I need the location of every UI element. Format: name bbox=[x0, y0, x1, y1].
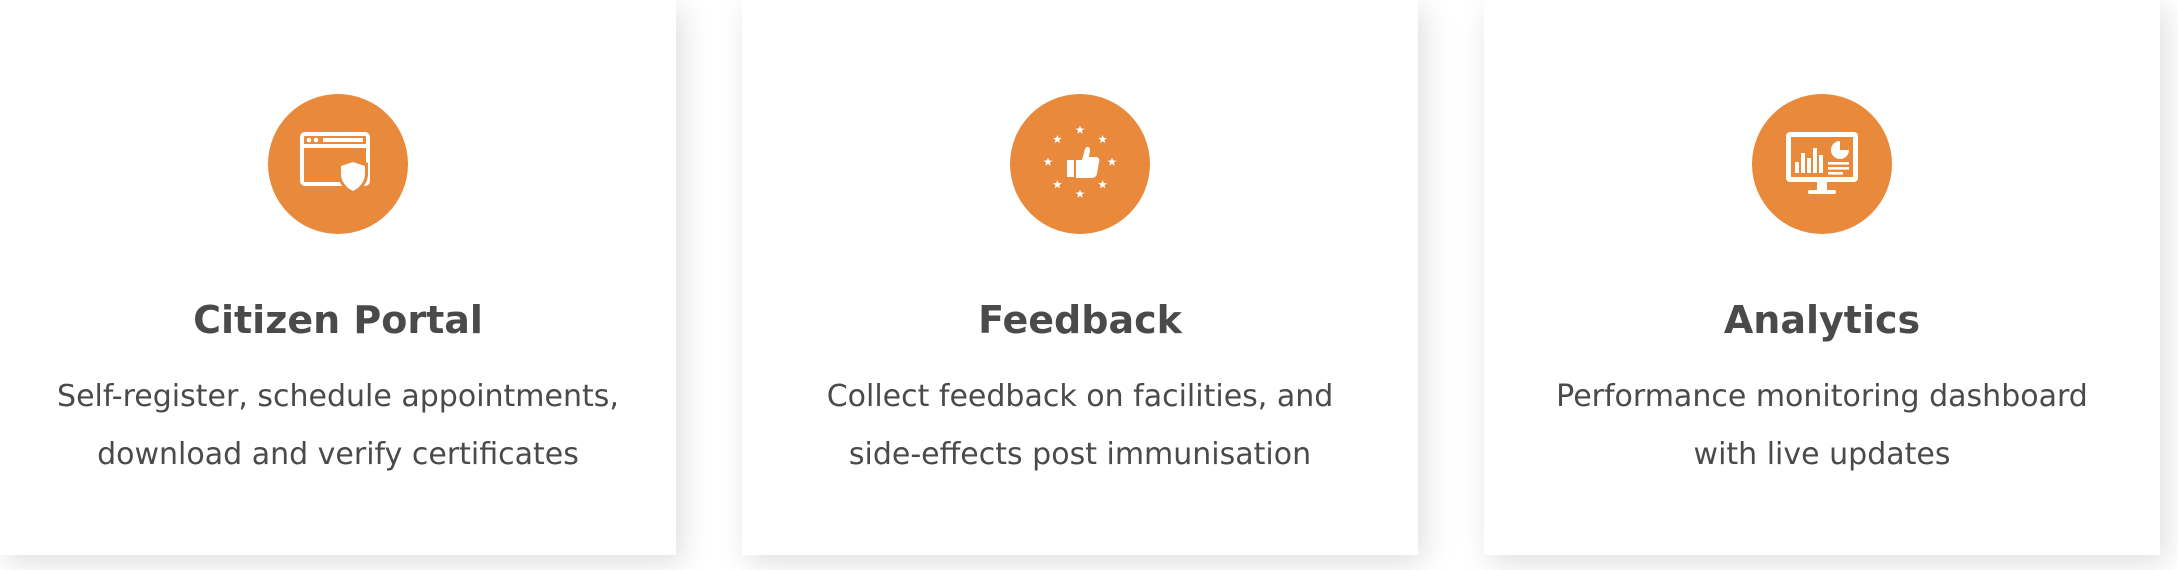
card-title: Citizen Portal bbox=[193, 298, 483, 342]
card-description-line: Collect feedback on facilities, and bbox=[826, 379, 1334, 414]
card-title: Feedback bbox=[978, 298, 1182, 342]
star-icon bbox=[1053, 134, 1062, 144]
browser-shield-icon bbox=[268, 94, 408, 234]
card-description-line: Performance monitoring dashboard bbox=[1556, 379, 2088, 414]
feature-card-feedback: Feedback Collect feedback on facilities,… bbox=[742, 0, 1418, 555]
star-icon bbox=[1053, 180, 1062, 189]
card-description: Collect feedback on facilities, and side… bbox=[762, 368, 1398, 484]
star-icon bbox=[1107, 157, 1117, 166]
star-icon bbox=[1075, 125, 1085, 134]
card-description: Performance monitoring dashboard with li… bbox=[1504, 368, 2140, 484]
card-title: Analytics bbox=[1723, 298, 1921, 342]
feature-card-analytics: Analytics Performance monitoring dashboa… bbox=[1484, 0, 2160, 555]
card-description-line: side-effects post immunisation bbox=[848, 437, 1312, 472]
feature-card-citizen-portal: Citizen Portal Self-register, schedule a… bbox=[0, 0, 676, 555]
star-icon bbox=[1043, 157, 1053, 166]
star-icon bbox=[1098, 134, 1107, 144]
star-icon bbox=[1075, 189, 1085, 198]
card-description-line: with live updates bbox=[1693, 437, 1951, 472]
thumbs-up-stars-icon bbox=[1010, 94, 1150, 234]
star-icon bbox=[1098, 180, 1107, 189]
feature-cards: Citizen Portal Self-register, schedule a… bbox=[0, 0, 2178, 570]
card-description-line: download and verify certificates bbox=[97, 437, 579, 472]
card-description-line: Self-register, schedule appointments, bbox=[57, 379, 619, 414]
monitor-dashboard-icon bbox=[1752, 94, 1892, 234]
card-description: Self-register, schedule appointments, do… bbox=[20, 368, 656, 484]
